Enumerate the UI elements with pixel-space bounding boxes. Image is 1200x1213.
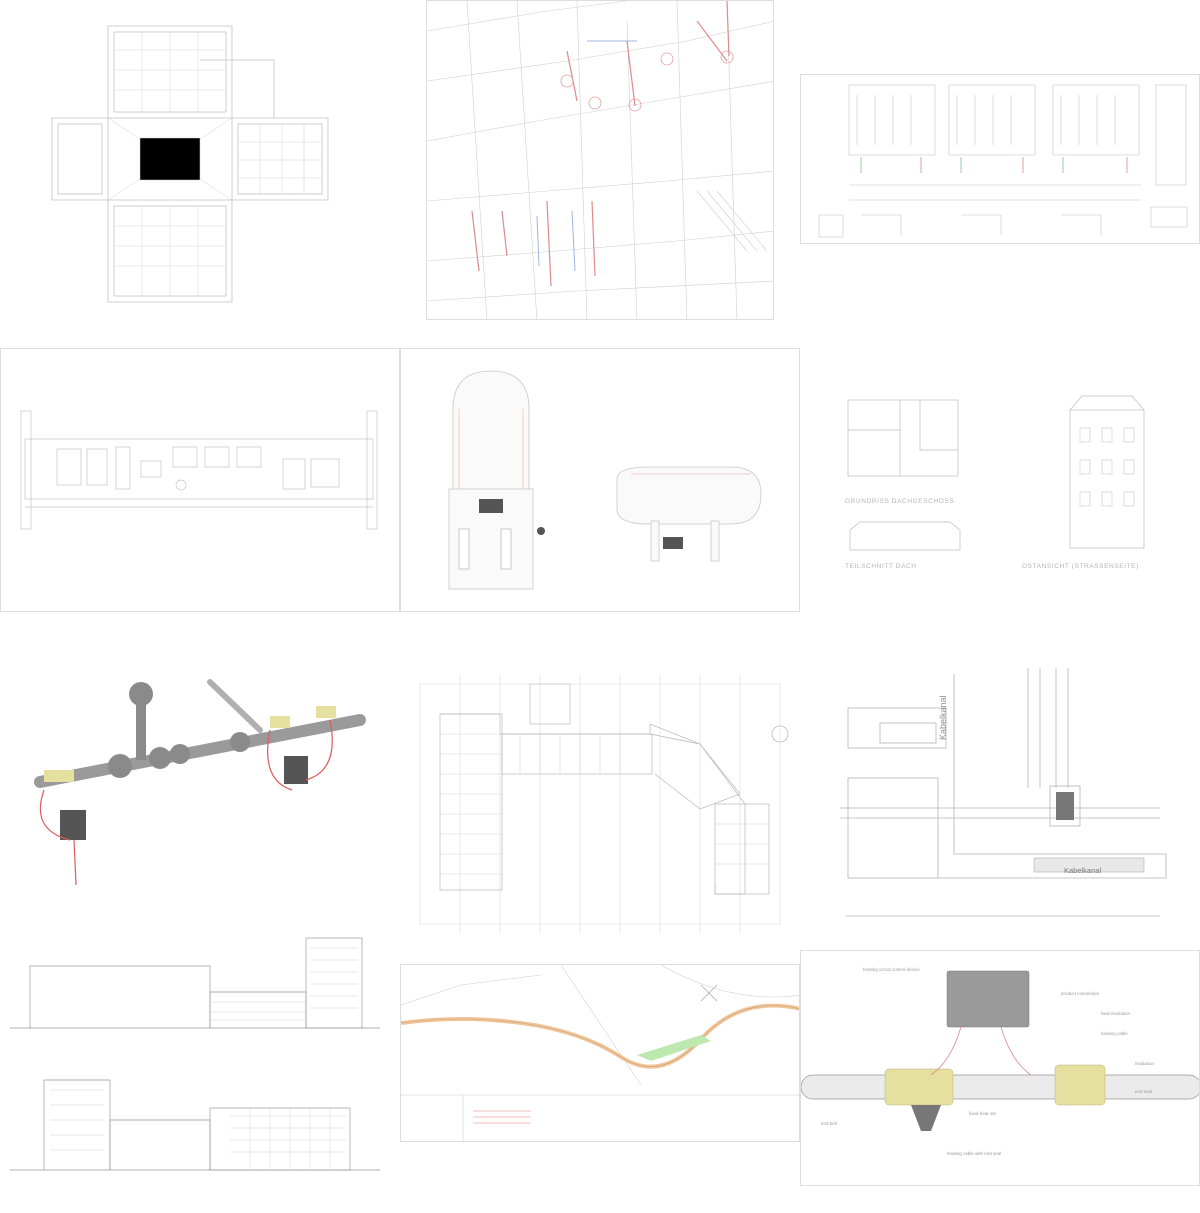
tag-heating-cable: heating cable — [1101, 1031, 1128, 1036]
tile-dachgeschoss[interactable]: GRUNDRISS DACHGESCHOSS TEILSCHNITT DACH … — [830, 380, 1190, 580]
tag-end-seal: end seal — [1135, 1089, 1153, 1094]
route-site-map-drawing — [401, 965, 799, 1141]
tile-cross-floor-plan[interactable] — [40, 20, 340, 310]
tile-electrical-schematic[interactable] — [800, 74, 1200, 244]
tile-kabelkanal[interactable]: Kabelkanal Kabelkanal — [820, 668, 1180, 928]
building-floor-plan-drawing — [419, 674, 789, 934]
tile-building-elevations[interactable] — [10, 920, 380, 1180]
kabelkanal-drawing — [840, 668, 1167, 917]
tile-pipe-valve-heating[interactable] — [30, 660, 380, 890]
tile-heating-cable[interactable]: heating circuit control device product c… — [800, 950, 1200, 1186]
label-teilschnitt-dach: TEILSCHNITT DACH — [845, 563, 917, 570]
label-ostansicht: OSTANSICHT (STRASSENSEITE) — [1022, 563, 1139, 570]
cadastral-map-drawing — [427, 1, 773, 319]
tag-insulation-right: insulation — [1135, 1061, 1155, 1066]
pressure-vessels-drawing — [448, 370, 762, 590]
label-kabelkanal-vertical: Kabelkanal — [938, 695, 948, 740]
label-grundriss-dachgeschoss: GRUNDRISS DACHGESCHOSS — [845, 498, 955, 505]
control-panel-drawing — [20, 410, 378, 530]
tag-cable-end-seal: heating cable with end seal — [947, 1151, 1002, 1156]
building-elevations-drawing — [10, 937, 380, 1171]
tag-connection: product connection — [1061, 991, 1100, 996]
tile-route-site-map[interactable] — [400, 964, 800, 1142]
pipe-valve-heating-drawing — [34, 679, 366, 886]
tile-building-floor-plan[interactable] — [400, 644, 800, 944]
tag-insulation-top: heat insulation — [1101, 1011, 1131, 1016]
cross-floor-plan-drawing — [51, 25, 329, 303]
label-kabelkanal-horizontal: Kabelkanal — [1064, 866, 1102, 875]
tag-fixed-set: fixed heat set — [969, 1111, 996, 1116]
electrical-schematic-drawing — [818, 84, 1188, 238]
tile-pressure-vessels[interactable] — [400, 348, 800, 612]
dachgeschoss-drawing — [847, 395, 1145, 551]
tag-control-device: heating circuit control device — [863, 967, 920, 972]
tile-cadastral-map[interactable] — [426, 0, 774, 320]
tag-end-bell: end bell — [821, 1121, 837, 1126]
tile-control-panel[interactable] — [0, 348, 400, 612]
